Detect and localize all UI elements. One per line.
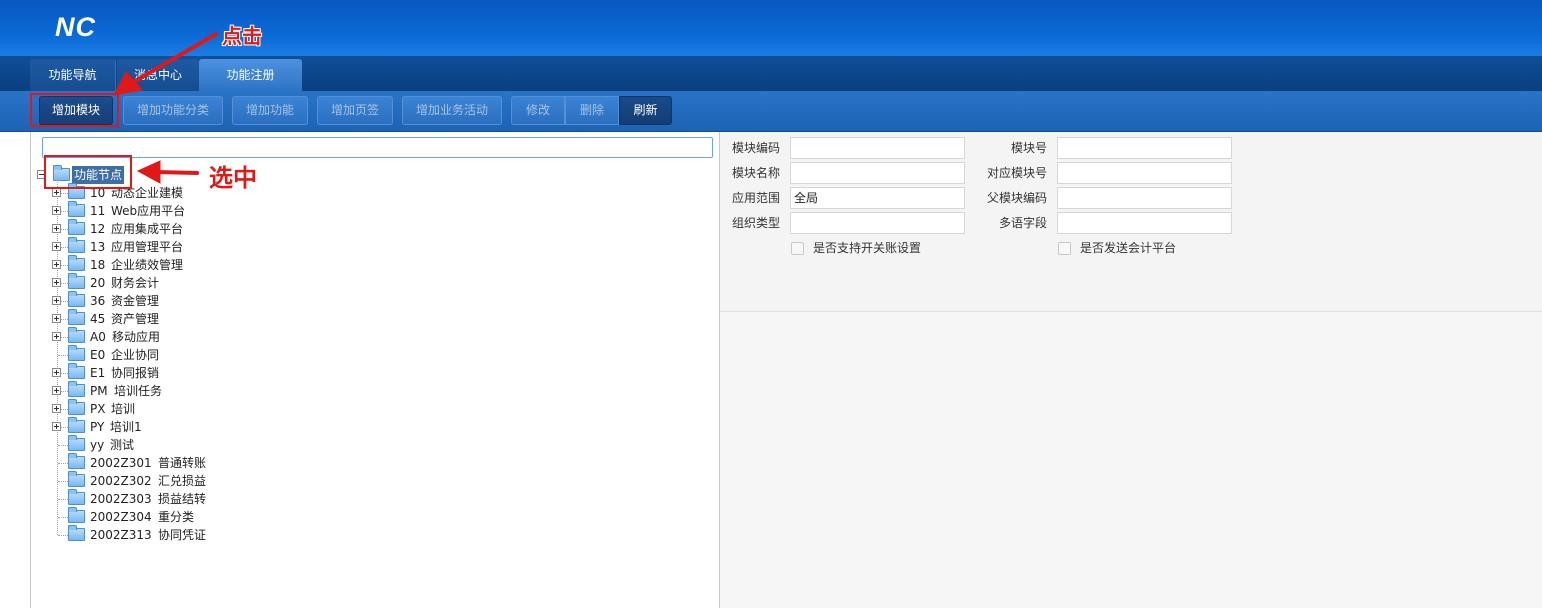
select-annotation: 选中 (209, 164, 257, 192)
click-annotation: 点击 (222, 24, 262, 48)
annotation-arrows (113, 32, 218, 184)
